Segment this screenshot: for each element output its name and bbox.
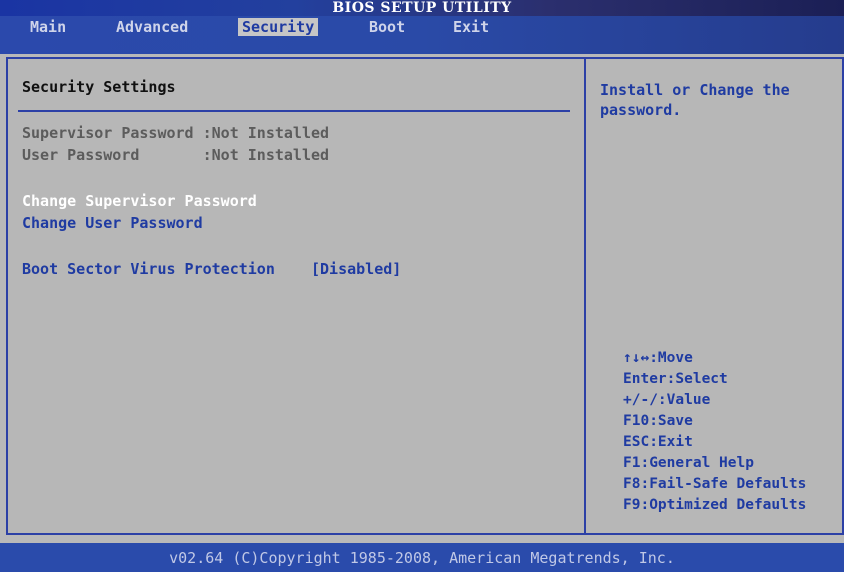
- key-help-exit: ESC:Exit: [623, 434, 693, 450]
- user-password-status: User Password :Not Installed: [22, 146, 330, 164]
- key-help-move: ↑↓↔:Move: [623, 350, 693, 366]
- panel-divider: [584, 59, 586, 533]
- key-help-list: ↑↓↔:Move Enter:Select +/-/:Value F10:Sav…: [623, 348, 843, 516]
- tab-exit[interactable]: Exit: [449, 18, 493, 36]
- key-help-fail-safe-defaults: F8:Fail-Safe Defaults: [623, 476, 807, 492]
- change-supervisor-password-item[interactable]: Change Supervisor Password: [22, 192, 257, 210]
- key-help-select: Enter:Select: [623, 371, 728, 387]
- key-help-optimized-defaults: F9:Optimized Defaults: [623, 497, 807, 513]
- boot-sector-virus-protection-item[interactable]: Boot Sector Virus Protection [Disabled]: [22, 260, 401, 278]
- tab-boot[interactable]: Boot: [365, 18, 409, 36]
- help-description: Install or Change the password.: [600, 81, 790, 119]
- tab-security[interactable]: Security: [238, 18, 319, 36]
- supervisor-password-status: Supervisor Password :Not Installed: [22, 124, 330, 142]
- key-help-general-help: F1:General Help: [623, 455, 754, 471]
- key-help-value: +/-/:Value: [623, 392, 711, 408]
- footer-copyright: v02.64 (C)Copyright 1985-2008, American …: [169, 549, 675, 567]
- section-title: Security Settings: [22, 78, 176, 96]
- tab-main[interactable]: Main: [26, 18, 70, 36]
- key-help-save: F10:Save: [623, 413, 693, 429]
- section-divider: [18, 110, 570, 112]
- tab-advanced[interactable]: Advanced: [112, 18, 192, 36]
- change-user-password-item[interactable]: Change User Password: [22, 214, 203, 232]
- window-title: BIOS SETUP UTILITY: [332, 0, 512, 16]
